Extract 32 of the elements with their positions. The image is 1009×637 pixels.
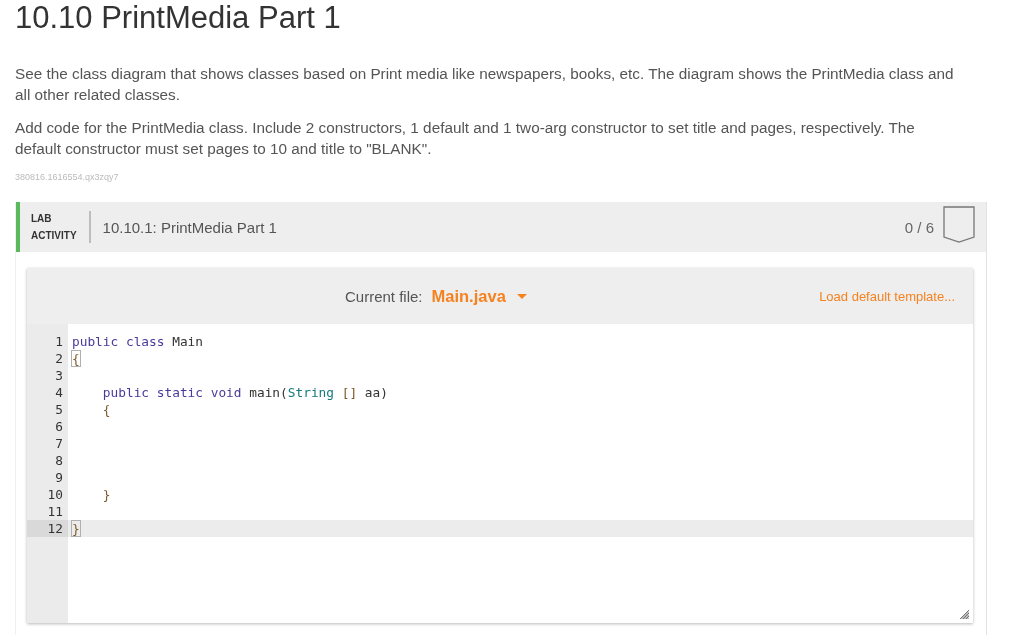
caret-icon bbox=[516, 293, 527, 299]
line-number: 8 bbox=[54, 452, 64, 469]
line-number: 11 bbox=[46, 503, 64, 520]
page-title: 10.10 PrintMedia Part 1 bbox=[15, 0, 341, 36]
lab-activity-title: 10.10.1: PrintMedia Part 1 bbox=[102, 218, 277, 236]
instruction-paragraph: Add code for the PrintMedia class. Include 2 constructors, 1 default and 1 two-arg constructor to set title and pages, respectively. The default constructor must set pages to 10 and title to "BLANK". bbox=[15, 118, 916, 159]
line-number: 4 bbox=[54, 384, 64, 401]
line-number: 2 bbox=[54, 350, 64, 367]
file-dropdown[interactable]: Main.java bbox=[431, 286, 527, 306]
resize-grip-icon[interactable] bbox=[960, 610, 969, 619]
line-number: 9 bbox=[54, 469, 64, 486]
line-number: 5 bbox=[54, 401, 64, 418]
line-number: 12 bbox=[27, 520, 68, 537]
code-line: } bbox=[102, 487, 111, 502]
load-template-link[interactable]: Load default template... bbox=[819, 288, 955, 304]
lab-activity-label: LAB ACTIVITY bbox=[31, 212, 77, 243]
code-line: { bbox=[102, 402, 111, 417]
code-line: public static void main(String [] aa) bbox=[102, 385, 388, 400]
instruction-paragraph: See the class diagram that shows classes based on Print media like newspapers, books, etc. The diagram shows the PrintMedia class and all other related classes. bbox=[15, 64, 955, 105]
code-input-area[interactable]: 1 public class Main 2 { 3 4 public static void main(String [] aa) 5 { 6 7 8 9 10 } 11 12 } bbox=[27, 324, 973, 623]
line-number: 3 bbox=[54, 367, 64, 384]
code-line: public class Main bbox=[72, 334, 203, 349]
line-number: 7 bbox=[54, 435, 64, 452]
shield-icon bbox=[943, 205, 975, 243]
content-id: 380816.1616554.qx3zqy7 bbox=[15, 171, 119, 183]
line-number: 1 bbox=[54, 333, 64, 350]
line-number: 6 bbox=[54, 418, 64, 435]
code-line: } bbox=[72, 521, 80, 536]
line-number: 10 bbox=[46, 486, 64, 503]
score-text: 0 / 6 bbox=[904, 218, 934, 236]
current-file-label: Current file: bbox=[345, 287, 423, 305]
code-line: { bbox=[72, 351, 80, 366]
